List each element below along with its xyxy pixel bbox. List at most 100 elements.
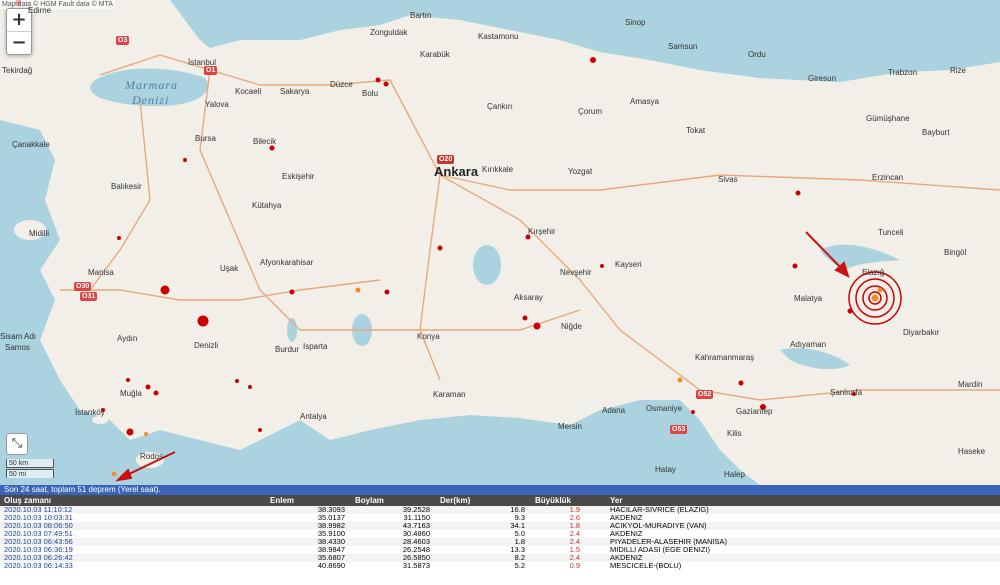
zoom-control: + − — [6, 8, 32, 55]
place-label: Sakarya — [280, 87, 310, 96]
table-row[interactable]: 2020.10.03 06:43:56 38.4330 28.4603 1.8 2.4 P… — [0, 538, 1000, 546]
place-label: Gümüşhane — [866, 114, 910, 123]
table-row[interactable]: 2020.10.03 07:49:51 35.9100 30.4860 5.0 2.4 A… — [0, 530, 1000, 538]
place-label: Tokat — [686, 126, 706, 135]
cell-depth: 16.8 — [510, 506, 525, 514]
cell-magnitude: 2.6 — [569, 514, 580, 522]
cell-lon: 26.5850 — [402, 554, 430, 562]
table-row[interactable]: 2020.10.03 06:26:42 35.6807 26.5850 8.2 2.4 A… — [0, 554, 1000, 562]
cell-time: 2020.10.03 10:03:31 — [4, 514, 73, 522]
cell-magnitude: 1.9 — [569, 506, 580, 514]
place-label: Konya — [417, 332, 440, 341]
road-shield: O52 — [696, 390, 714, 399]
cell-magnitude: 2.4 — [569, 538, 580, 546]
col-location[interactable]: Yer — [580, 495, 1000, 506]
cell-depth: 5.0 — [514, 530, 525, 538]
cell-time: 2020.10.03 06:14:33 — [4, 562, 73, 570]
road-shield: O3 — [116, 36, 130, 45]
road-shield: O20 — [437, 155, 455, 164]
place-label: Ankara — [434, 164, 479, 179]
col-depth[interactable]: Der(km) — [430, 495, 525, 506]
place-label: Mardin — [958, 380, 983, 389]
place-label: Sinop — [625, 18, 646, 27]
cell-lon: 26.2548 — [402, 546, 430, 554]
road-shield: O31 — [80, 292, 98, 301]
scale-mi: 50 mi — [6, 469, 54, 478]
place-label: Antalya — [300, 412, 327, 421]
place-label: Kastamonu — [478, 32, 519, 41]
cell-time: 2020.10.03 08:06:50 — [4, 522, 73, 530]
table-row[interactable]: 2020.10.03 11:10:12 38.3093 39.2528 16.8 1.9… — [0, 506, 1000, 514]
cell-magnitude: 1.8 — [569, 522, 580, 530]
col-lat[interactable]: Enlem — [260, 495, 345, 506]
road-shield: O30 — [74, 282, 92, 291]
road-shield: O53 — [670, 425, 688, 434]
place-label: Bayburt — [922, 128, 950, 137]
tuz-lake — [473, 245, 501, 285]
place-label: Şanlıurfa — [830, 388, 863, 397]
place-label: Bingöl — [944, 248, 967, 257]
place-label: Çankırı — [487, 102, 513, 111]
place-label: Adana — [602, 406, 626, 415]
zoom-out-button[interactable]: − — [7, 31, 31, 54]
col-time[interactable]: Oluş zamanı — [0, 495, 260, 506]
cell-location: AKDENIZ — [610, 514, 643, 522]
col-lon[interactable]: Boylam — [345, 495, 430, 506]
place-label: Diyarbakır — [903, 328, 940, 337]
place-label: Ordu — [748, 50, 766, 59]
place-label: Kayseri — [615, 260, 642, 269]
kos-island — [92, 416, 108, 424]
place-label: Eskişehir — [282, 172, 315, 181]
cell-magnitude: 2.4 — [569, 530, 580, 538]
cell-lat: 38.9847 — [317, 546, 345, 554]
col-magnitude[interactable]: Büyüklük — [525, 495, 580, 506]
cell-location: HACILAR-SIVRICE (ELAZIG) — [610, 506, 709, 514]
place-label: Kahramanmaraş — [695, 353, 755, 362]
place-label: Rize — [950, 66, 967, 75]
place-label: Bartın — [410, 11, 432, 20]
sea-label: Denizi — [132, 93, 170, 107]
place-label: Adıyaman — [790, 340, 827, 349]
place-label: Sivas — [718, 175, 738, 184]
place-label: Samsun — [668, 42, 698, 51]
table-row[interactable]: 2020.10.03 08:06:50 38.9982 43.7163 34.1 1.8… — [0, 522, 1000, 530]
cell-lat: 40.8690 — [317, 562, 345, 570]
cell-time: 2020.10.03 06:36:19 — [4, 546, 73, 554]
cell-time: 2020.10.03 11:10:12 — [4, 506, 73, 514]
cell-depth: 13.3 — [510, 546, 525, 554]
table-row[interactable]: 2020.10.03 06:14:33 40.8690 31.5873 5.2 0.9 M… — [0, 562, 1000, 570]
fullscreen-icon[interactable]: ⤡ — [6, 433, 28, 455]
place-label: Yalova — [205, 100, 229, 109]
place-label: Uşak — [220, 264, 239, 273]
place-label: Nevşehir — [560, 268, 592, 277]
cell-depth: 8.2 — [514, 554, 525, 562]
cell-lat: 35.9100 — [317, 530, 345, 538]
cell-lon: 30.4860 — [402, 530, 430, 538]
place-label: Bolu — [362, 89, 379, 98]
map-view[interactable]: Map data © HGM Fault data © MTA + − ⤡ 50… — [0, 0, 1000, 485]
table-row[interactable]: 2020.10.03 06:36:19 38.9847 26.2548 13.3 1.5… — [0, 546, 1000, 554]
road-shield: O1 — [204, 66, 218, 75]
table-row[interactable]: 2020.10.03 10:03:31 35.0137 31.1150 9.3 2.6 A… — [0, 514, 1000, 522]
place-label: Sisam Adı — [0, 332, 37, 341]
place-label: Manisa — [88, 268, 114, 277]
map-canvas[interactable] — [0, 0, 1000, 485]
place-label: Isparta — [303, 342, 328, 351]
place-label: Bursa — [195, 134, 216, 143]
cell-magnitude: 1.5 — [569, 546, 580, 554]
cell-lon: 43.7163 — [402, 522, 430, 530]
cell-depth: 5.2 — [514, 562, 525, 570]
cell-depth: 34.1 — [510, 522, 525, 530]
cell-lon: 28.4603 — [402, 538, 430, 546]
place-label: Elazığ — [862, 268, 885, 277]
place-label: Malatya — [794, 294, 823, 303]
sea-label: Marmara — [125, 78, 179, 92]
place-label: Osmaniye — [646, 404, 683, 413]
place-label: Gaziantep — [736, 407, 773, 416]
cell-location: AKDENIZ — [610, 530, 643, 538]
cell-lon: 31.1150 — [403, 514, 430, 522]
cell-depth: 1.8 — [514, 538, 525, 546]
cell-location: AKDENIZ — [610, 554, 643, 562]
place-label: Aksaray — [514, 293, 543, 302]
place-label: Kırıkkale — [482, 165, 514, 174]
